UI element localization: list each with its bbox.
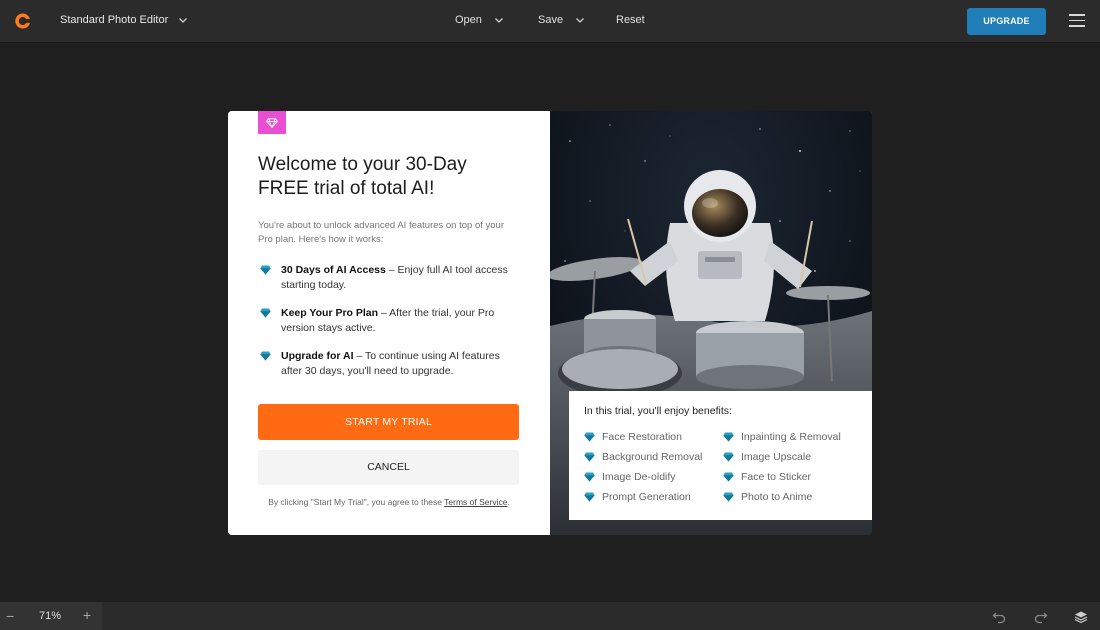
- benefit-item: Prompt Generation: [584, 491, 691, 503]
- benefit-label: Prompt Generation: [602, 491, 691, 503]
- benefit-item: Face Restoration: [584, 431, 682, 443]
- menu-open[interactable]: Open: [455, 14, 504, 26]
- diamond-icon: [266, 117, 278, 128]
- cancel-button[interactable]: CANCEL: [258, 450, 519, 485]
- bottom-bar: − 71% +: [0, 602, 1100, 630]
- start-trial-button[interactable]: START MY TRIAL: [258, 404, 519, 440]
- gem-badge: [258, 111, 286, 134]
- diamond-icon: [723, 452, 734, 462]
- benefits-card: In this trial, you'll enjoy benefits: Fa…: [569, 391, 872, 520]
- diamond-icon: [584, 432, 595, 442]
- chevron-down-icon: [179, 18, 188, 23]
- benefit-item: Face to Sticker: [723, 471, 811, 483]
- zoom-control: − 71% +: [0, 602, 102, 630]
- diamond-icon: [584, 492, 595, 502]
- diamond-icon: [260, 308, 271, 318]
- top-bar: Standard Photo Editor Open Save Reset UP…: [0, 0, 1100, 43]
- modal-title: Welcome to your 30-Day FREE trial of tot…: [258, 154, 467, 199]
- benefit-label: Background Removal: [602, 451, 703, 463]
- layers-icon[interactable]: [1074, 610, 1088, 624]
- hamburger-menu-icon[interactable]: [1069, 14, 1085, 28]
- menu-reset[interactable]: Reset: [616, 14, 645, 26]
- benefit-label: Face to Sticker: [741, 471, 812, 483]
- diamond-icon: [584, 472, 595, 482]
- diamond-icon: [723, 472, 734, 482]
- benefit-item: Background Removal: [584, 451, 702, 463]
- benefit-item: Image Upscale: [723, 451, 811, 463]
- benefit-item: Image De-oldify: [584, 471, 676, 483]
- terms-of-service-link[interactable]: Terms of Service: [444, 497, 507, 507]
- chevron-down-icon: [494, 18, 503, 23]
- benefits-title: In this trial, you'll enjoy benefits:: [584, 405, 732, 417]
- modal-intro: You're about to unlock advanced AI featu…: [258, 220, 504, 245]
- diamond-icon: [723, 432, 734, 442]
- app-title: Standard Photo Editor: [60, 14, 169, 26]
- benefit-label: Photo to Anime: [741, 491, 813, 503]
- modal-left-panel: Welcome to your 30-Day FREE trial of tot…: [228, 111, 550, 535]
- benefit-label: Image Upscale: [741, 451, 812, 463]
- menu-open-label: Open: [455, 14, 482, 26]
- zoom-in-icon[interactable]: +: [83, 607, 91, 623]
- modal-hero-image: In this trial, you'll enjoy benefits: Fa…: [550, 111, 872, 535]
- app-logo-icon[interactable]: [14, 12, 32, 30]
- benefit-label: Inpainting & Removal: [741, 431, 841, 443]
- menu-reset-label: Reset: [616, 14, 645, 26]
- app-title-dropdown[interactable]: Standard Photo Editor: [60, 14, 188, 26]
- benefit-item: Inpainting & Removal: [723, 431, 841, 443]
- terms-suffix: .: [507, 497, 510, 507]
- terms-prefix: By clicking "Start My Trial", you agree …: [268, 497, 445, 507]
- feature-title: Keep Your Pro Plan: [281, 307, 379, 319]
- zoom-level[interactable]: 71%: [39, 610, 61, 622]
- trial-modal: Welcome to your 30-Day FREE trial of tot…: [228, 111, 872, 535]
- diamond-icon: [260, 265, 271, 275]
- diamond-icon: [260, 351, 271, 361]
- feature-title: Upgrade for AI: [281, 350, 354, 362]
- benefit-label: Face Restoration: [602, 431, 682, 443]
- menu-save[interactable]: Save: [538, 14, 585, 26]
- diamond-icon: [584, 452, 595, 462]
- feature-title: 30 Days of AI Access: [281, 264, 386, 276]
- undo-icon[interactable]: [992, 610, 1006, 624]
- diamond-icon: [723, 492, 734, 502]
- terms-notice: By clicking "Start My Trial", you agree …: [258, 497, 520, 507]
- redo-icon[interactable]: [1034, 610, 1048, 624]
- benefit-label: Image De-oldify: [602, 471, 676, 483]
- chevron-down-icon: [576, 18, 585, 23]
- menu-save-label: Save: [538, 14, 564, 26]
- benefit-item: Photo to Anime: [723, 491, 812, 503]
- zoom-out-icon[interactable]: −: [6, 608, 14, 624]
- upgrade-button[interactable]: UPGRADE: [967, 8, 1046, 35]
